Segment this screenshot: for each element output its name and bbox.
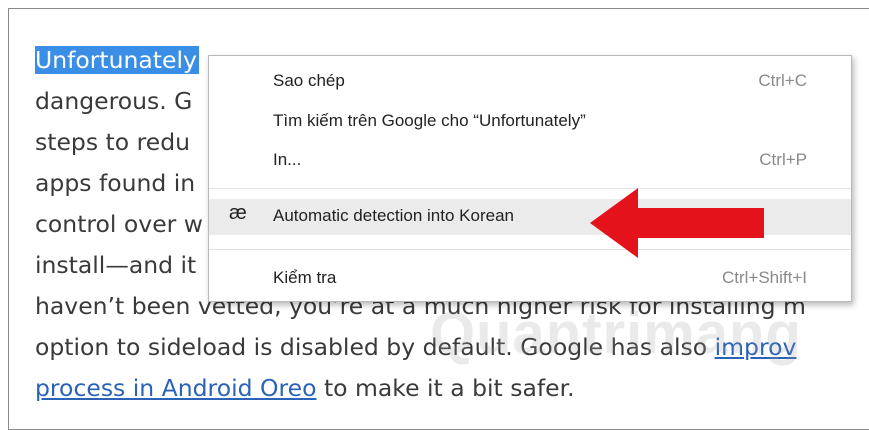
menu-item-label: Sao chép [273,71,345,90]
menu-item-print[interactable]: In... Ctrl+P [209,144,851,178]
menu-item-inspect[interactable]: Kiểm tra Ctrl+Shift+I [209,262,851,296]
article-text-segment: to make it a bit safer. [316,374,575,402]
menu-item-label: Kiểm tra [273,268,337,287]
article-line: process in Android Oreo to make it a bit… [35,368,869,409]
menu-item-search-google[interactable]: Tìm kiếm trên Google cho “Unfortunately” [209,105,851,139]
translate-icon: æ [229,202,247,224]
android-oreo-link[interactable]: process in Android Oreo [35,374,316,402]
menu-item-label: Tìm kiếm trên Google cho “Unfortunately” [273,111,586,130]
menu-item-shortcut: Ctrl+P [759,150,807,169]
menu-item-label: Automatic detection into Korean [273,206,514,225]
context-menu: Sao chép Ctrl+C Tìm kiếm trên Google cho… [208,55,852,302]
menu-item-label: In... [273,150,302,169]
red-arrow-icon [590,188,764,258]
menu-item-shortcut: Ctrl+Shift+I [721,268,807,287]
menu-item-copy[interactable]: Sao chép Ctrl+C [209,65,851,99]
selected-word[interactable]: Unfortunately [35,46,199,74]
watermark-logo: Quantrimang [430,301,802,366]
menu-item-shortcut: Ctrl+C [758,71,807,90]
